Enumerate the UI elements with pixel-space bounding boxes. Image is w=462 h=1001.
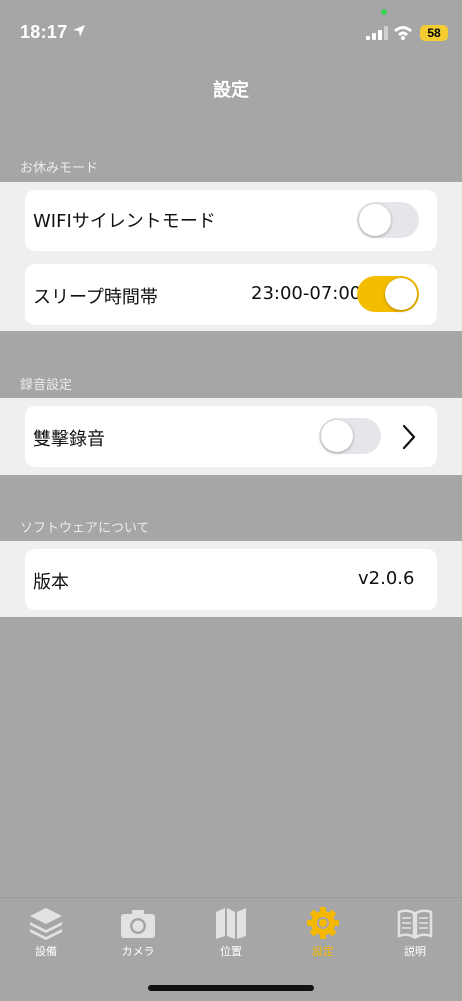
section-software: 版本 v2.0.6 (0, 541, 462, 617)
tab-settings[interactable]: 設定 (288, 906, 358, 959)
cellular-signal-icon (366, 26, 388, 40)
wifi-silent-label: WIFIサイレントモード (33, 211, 216, 232)
wifi-icon (394, 26, 412, 40)
battery-indicator: 58 (420, 25, 448, 41)
version-value: v2.0.6 (358, 568, 415, 589)
section-header-software: ソフトウェアについて (20, 521, 150, 536)
chevron-right-icon[interactable] (401, 424, 417, 450)
version-label: 版本 (33, 572, 69, 593)
map-icon (216, 908, 246, 939)
tab-help-label: 説明 (404, 945, 426, 958)
double-click-record-toggle[interactable] (319, 418, 381, 454)
book-icon (397, 909, 433, 940)
tab-help[interactable]: 説明 (380, 906, 450, 959)
layers-icon (30, 908, 62, 940)
toggle-knob (385, 278, 417, 310)
double-click-record-row[interactable]: 雙擊錄音 (25, 406, 437, 467)
tab-settings-label: 設定 (312, 945, 334, 958)
status-time: 18:17 (20, 22, 68, 42)
location-arrow-icon (73, 25, 85, 37)
home-indicator[interactable] (148, 985, 314, 991)
sleep-time-toggle[interactable] (357, 276, 419, 312)
gear-icon (307, 907, 339, 939)
wifi-silent-toggle[interactable] (357, 202, 419, 238)
toggle-knob (321, 420, 353, 452)
section-recording: 雙擊錄音 (0, 398, 462, 475)
double-click-record-label: 雙擊錄音 (33, 429, 105, 450)
camera-icon (121, 910, 155, 938)
version-row: 版本 v2.0.6 (25, 549, 437, 610)
tab-devices[interactable]: 設備 (11, 906, 81, 959)
status-bar: 18:17 58 (0, 0, 462, 64)
tab-location[interactable]: 位置 (196, 906, 266, 959)
sleep-time-value: 23:00-07:00 (251, 283, 362, 304)
tab-devices-label: 設備 (35, 945, 57, 958)
privacy-indicator-dot (381, 9, 387, 15)
wifi-silent-row[interactable]: WIFIサイレントモード (25, 190, 437, 251)
page-title: 設定 (213, 80, 249, 101)
toggle-knob (359, 204, 391, 236)
section-header-recording: 録音設定 (20, 378, 73, 393)
tab-camera[interactable]: カメラ (103, 906, 173, 959)
tab-location-label: 位置 (220, 945, 242, 958)
tab-camera-label: カメラ (121, 945, 155, 958)
section-header-sleep-mode: お休みモード (20, 161, 99, 176)
sleep-time-row[interactable]: スリープ時間帯 23:00-07:00 (25, 264, 437, 325)
section-sleep-mode: WIFIサイレントモード スリープ時間帯 23:00-07:00 (0, 182, 462, 331)
sleep-time-label: スリープ時間帯 (33, 287, 158, 308)
